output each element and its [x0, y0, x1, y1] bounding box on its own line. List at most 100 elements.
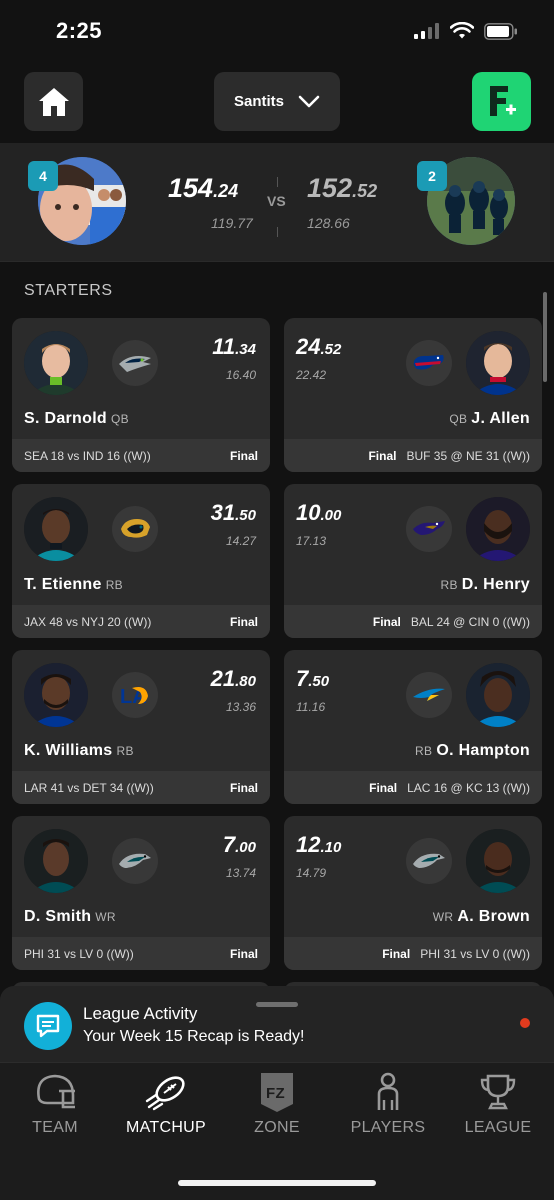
fantasy-zone-add-button[interactable] [472, 72, 531, 131]
home-button[interactable] [24, 72, 83, 131]
tab-league[interactable]: LEAGUE [443, 1071, 553, 1137]
vs-divider-top [277, 177, 278, 187]
player-position: RB [116, 744, 134, 758]
game-status: Final [229, 614, 258, 629]
game-result-bar: SEA 18 vs IND 16 ((W)) Final [12, 439, 270, 472]
game-score: LAR 41 vs DET 34 ((W)) [24, 780, 154, 795]
game-score: PHI 31 vs LV 0 ((W)) [24, 946, 134, 961]
sheet-grabber[interactable] [256, 1002, 298, 1007]
game-result-bar: Final PHI 31 vs LV 0 ((W)) [284, 937, 542, 970]
tab-team[interactable]: TEAM [0, 1071, 110, 1137]
player-projection: 13.36 [225, 700, 256, 714]
game-status: Final [229, 946, 258, 961]
player-photo [24, 663, 88, 727]
tab-zone[interactable]: FZ ZONE [222, 1071, 332, 1137]
starter-card-left-2[interactable]: 31.50 14.27 T. Etienne RB JAX 48 vs NYJ 2… [12, 484, 270, 638]
points-int: 24 [296, 334, 321, 359]
top-nav: Santits [0, 72, 554, 132]
game-status: Final [382, 946, 411, 961]
game-score: BAL 24 @ CIN 0 ((W)) [410, 614, 530, 629]
player-name: J. Allen [471, 410, 530, 427]
points-dec: .00 [235, 839, 256, 856]
game-score: BUF 35 @ NE 31 ((W)) [406, 448, 530, 463]
points-int: 21 [210, 666, 236, 691]
player-photo [24, 331, 88, 395]
player-name: T. Etienne [24, 576, 102, 593]
football-icon [111, 1071, 221, 1113]
game-score: SEA 18 vs IND 16 ((W)) [24, 448, 151, 463]
status-icons [414, 22, 518, 40]
points-dec: .34 [235, 341, 256, 358]
tab-matchup[interactable]: MATCHUP [111, 1071, 221, 1137]
cellular-signal-icon [414, 23, 439, 39]
status-bar: 2:25 [0, 0, 554, 62]
seahawks-logo-icon [112, 340, 158, 386]
home-icon [38, 87, 69, 116]
tab-players[interactable]: PLAYERS [333, 1071, 443, 1137]
player-position: WR [95, 910, 116, 924]
league-activity-sheet[interactable]: League Activity Your Week 15 Recap is Re… [0, 986, 554, 1062]
away-projected: 128.66 [307, 215, 350, 231]
player-points: 10.00 [296, 500, 341, 526]
svg-text:FZ: FZ [266, 1085, 285, 1102]
home-score-int: 154 [168, 173, 214, 203]
game-status: Final [372, 614, 401, 629]
player-name-row: RB O. Hampton [411, 742, 530, 760]
starter-card-right-3[interactable]: 7.50 11.16 RB O. Hampton Final LAC 16 @ KC… [284, 650, 542, 804]
player-photo [466, 497, 530, 561]
tab-label: LEAGUE [464, 1119, 532, 1136]
away-score: 152.52 [307, 173, 377, 204]
vs-label: VS [267, 193, 286, 209]
tab-label: PLAYERS [350, 1119, 426, 1136]
points-int: 7 [222, 832, 236, 857]
eagles-logo-icon [112, 838, 158, 884]
game-status: Final [368, 448, 397, 463]
player-position: QB [449, 412, 468, 426]
player-points: 21.80 [211, 666, 256, 692]
away-score-dec: .52 [352, 181, 378, 201]
player-name-row: QB J. Allen [445, 410, 530, 428]
starter-card-left-4[interactable]: 7.00 13.74 D. Smith WR PHI 31 vs LV 0 ((W… [12, 816, 270, 970]
game-status: Final [229, 780, 258, 795]
scrollbar[interactable] [543, 292, 547, 382]
starter-card-right-1[interactable]: 24.52 22.42 QB J. Allen Final BUF 35 @ NE … [284, 318, 542, 472]
player-points: 7.50 [296, 666, 329, 692]
home-score-dec: .24 [213, 181, 239, 201]
chevron-down-icon [298, 95, 320, 107]
points-dec: .80 [235, 673, 256, 690]
eagles-logo-icon [406, 838, 452, 884]
game-result-bar: Final BUF 35 @ NE 31 ((W)) [284, 439, 542, 472]
ravens-logo-icon [406, 506, 452, 552]
player-name-row: K. Williams RB [24, 742, 138, 760]
league-selector[interactable]: Santits [214, 72, 340, 131]
player-position: RB [415, 744, 433, 758]
player-name-row: T. Etienne RB [24, 576, 127, 594]
player-photo [466, 829, 530, 893]
player-points: 11.34 [212, 334, 256, 360]
player-projection: 14.79 [296, 866, 327, 880]
fz-shield-icon: FZ [222, 1071, 332, 1113]
starter-card-right-2[interactable]: 10.00 17.13 RB D. Henry Final BAL 24 @ CIN… [284, 484, 542, 638]
home-projected: 119.77 [211, 215, 253, 231]
home-indicator[interactable] [178, 1180, 376, 1186]
game-score: PHI 31 vs LV 0 ((W)) [420, 946, 530, 961]
player-projection: 13.74 [225, 866, 256, 880]
home-team-avatar-wrap[interactable]: 4 [28, 157, 126, 245]
game-score: JAX 48 vs NYJ 20 ((W)) [24, 614, 152, 629]
away-team-avatar-wrap[interactable]: 2 [417, 157, 515, 245]
player-name: D. Smith [24, 908, 92, 925]
points-int: 12 [296, 832, 321, 857]
player-name-row: S. Darnold QB [24, 410, 133, 428]
player-photo [466, 663, 530, 727]
starter-card-left-3[interactable]: LA 21.80 13.36 K. Williams RB LAR 41 vs D… [12, 650, 270, 804]
player-name: A. Brown [457, 908, 530, 925]
player-projection: 16.40 [225, 368, 256, 382]
league-name: Santits [233, 93, 284, 110]
starter-card-left-1[interactable]: 11.34 16.40 S. Darnold QB SEA 18 vs IND 1… [12, 318, 270, 472]
player-projection: 22.42 [296, 368, 327, 382]
player-points: 31.50 [211, 500, 256, 526]
player-position: WR [432, 910, 454, 924]
starter-card-right-4[interactable]: 12.10 14.79 WR A. Brown Final PHI 31 vs LV… [284, 816, 542, 970]
home-rank-badge: 4 [28, 161, 58, 191]
player-projection: 14.27 [225, 534, 256, 548]
